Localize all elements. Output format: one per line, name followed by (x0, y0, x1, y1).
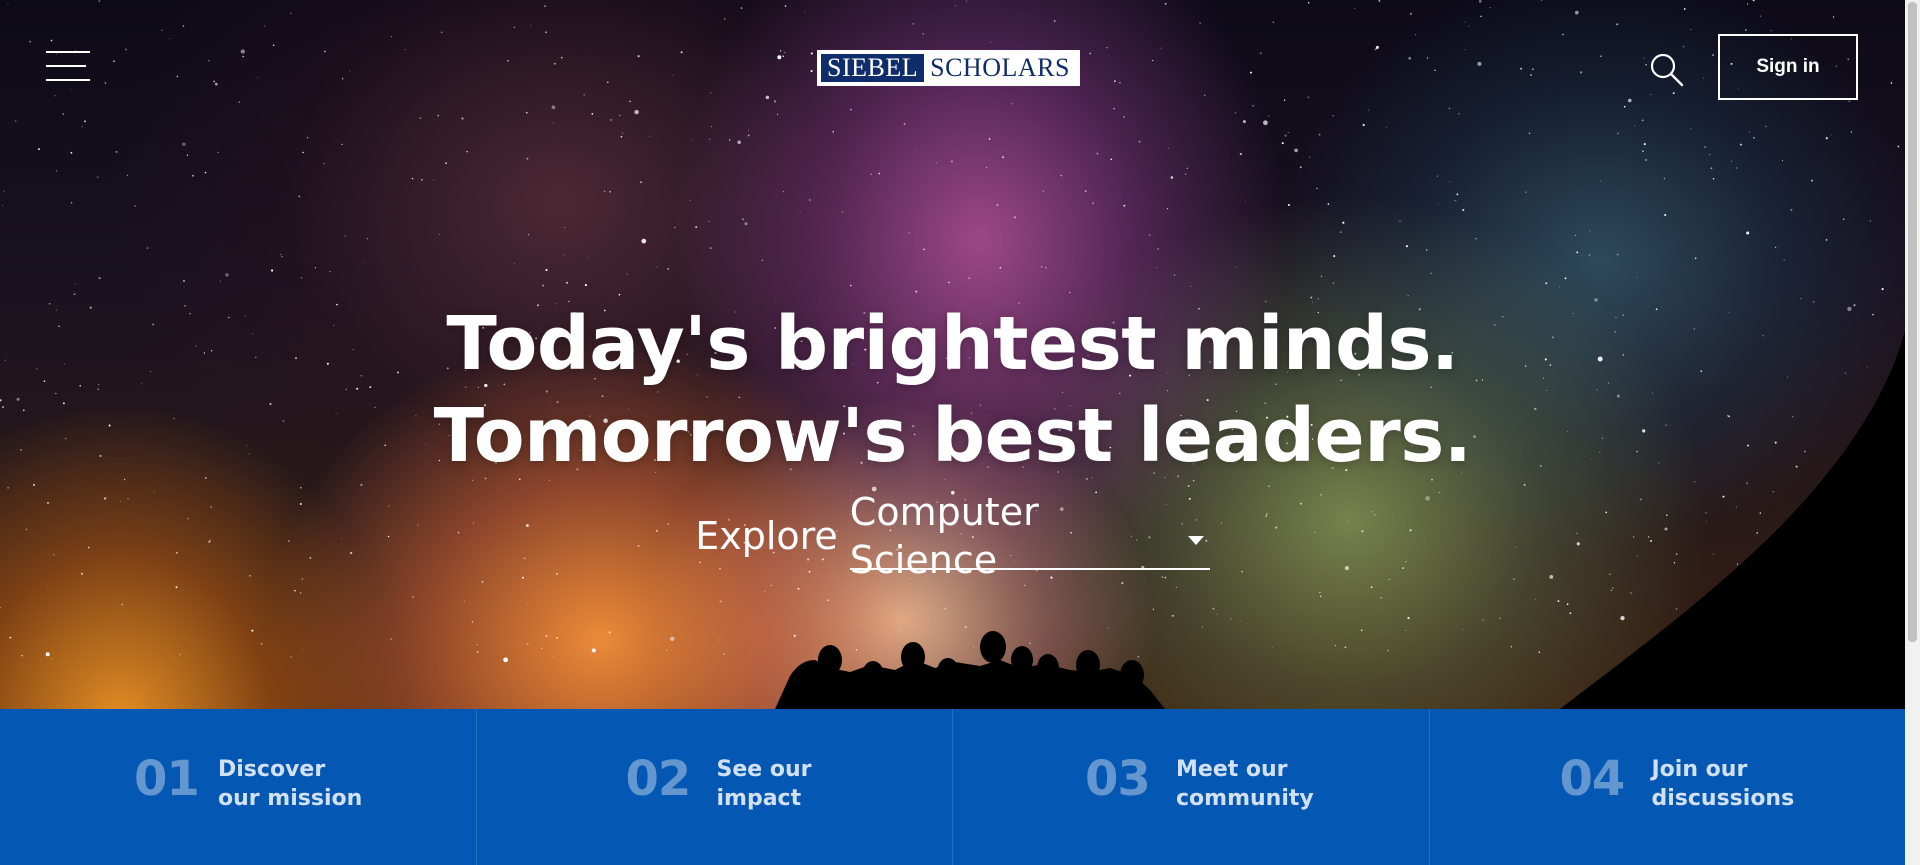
nav-label: See our impact (717, 755, 812, 813)
logo-scholars-text: SCHOLARS (924, 54, 1076, 82)
nav-number: 01 (134, 751, 200, 807)
scrollbar-thumb[interactable] (1908, 2, 1917, 642)
nav-label-line2: community (1176, 786, 1314, 811)
nav-number: 02 (625, 751, 692, 807)
discipline-selected-value: Computer Science (849, 490, 1039, 582)
nav-label: Meet our community (1176, 755, 1314, 813)
nav-label-line1: Discover (218, 757, 326, 782)
sign-in-button[interactable]: Sign in (1718, 34, 1858, 100)
search-icon (1650, 53, 1684, 87)
nav-label: Join our discussions (1652, 755, 1795, 813)
nav-item-discussions[interactable]: 04 Join our discussions (1430, 709, 1906, 865)
nav-item-impact[interactable]: 02 See our impact (477, 709, 953, 865)
explore-row: Explore Computer Science (0, 490, 1905, 582)
page-scrollbar[interactable] (1905, 0, 1920, 865)
bottom-nav: 01 Discover our mission 02 See our impac… (0, 709, 1905, 865)
nav-label-line2: our mission (218, 786, 363, 811)
nav-label-line2: impact (716, 786, 802, 811)
hero-headline: Today's brightest minds. Tomorrow's best… (0, 298, 1905, 482)
logo-siebel-text: SIEBEL (821, 54, 925, 82)
menu-button[interactable] (46, 50, 90, 82)
nav-item-mission[interactable]: 01 Discover our mission (0, 709, 477, 865)
siebel-scholars-logo[interactable]: SIEBEL SCHOLARS (817, 50, 1080, 86)
nav-label: Discover our mission (218, 755, 362, 813)
nav-number: 03 (1085, 751, 1151, 807)
search-button[interactable] (1650, 53, 1684, 87)
headline-line-1: Today's brightest minds. (446, 301, 1459, 387)
nav-label-line1: Meet our (1176, 757, 1288, 782)
discipline-dropdown[interactable]: Computer Science (849, 490, 1210, 582)
nav-label-line1: Join our (1651, 757, 1748, 782)
hamburger-menu-icon (46, 51, 90, 53)
nav-number: 04 (1559, 751, 1626, 807)
nav-label-line1: See our (716, 757, 812, 782)
hero-section: Today's brightest minds. Tomorrow's best… (0, 0, 1905, 709)
nav-label-line2: discussions (1651, 786, 1795, 811)
explore-label: Explore (695, 514, 838, 558)
headline-line-2: Tomorrow's best leaders. (433, 393, 1472, 479)
caret-down-icon (1187, 535, 1204, 545)
page: Today's brightest minds. Tomorrow's best… (0, 0, 1920, 865)
nav-item-community[interactable]: 03 Meet our community (953, 709, 1430, 865)
